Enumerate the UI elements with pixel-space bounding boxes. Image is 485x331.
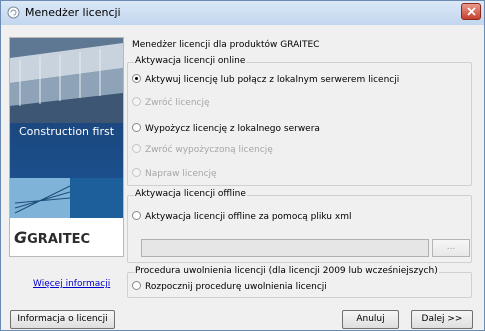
repair-license-radio[interactable]: Napraw licencję bbox=[132, 168, 217, 179]
app-icon bbox=[7, 6, 20, 19]
sidebar-panel: Construction first GGRAITEC bbox=[9, 37, 124, 257]
banner-text: Construction first bbox=[18, 125, 115, 138]
offline-activation-legend: Aktywacja licencji offline bbox=[134, 189, 247, 199]
close-icon bbox=[467, 7, 476, 16]
online-activation-legend: Aktywacja licencji online bbox=[134, 56, 247, 66]
architecture-image bbox=[10, 178, 123, 218]
graitec-logo: GGRAITEC bbox=[14, 228, 91, 247]
radio-indicator bbox=[132, 144, 141, 153]
license-manager-window: Menedżer licencji Construction first GGR… bbox=[0, 0, 485, 331]
radio-indicator bbox=[132, 74, 141, 83]
borrow-license-radio[interactable]: Wypożycz licencję z lokalnego serwera bbox=[132, 123, 320, 134]
return-borrowed-license-radio[interactable]: Zwróć wypożyczoną licencję bbox=[132, 144, 273, 155]
more-info-link[interactable]: Więcej informacji bbox=[33, 279, 110, 289]
start-release-radio[interactable]: Rozpocznij procedurę uwolnienia licencji bbox=[132, 281, 327, 292]
license-release-legend: Procedura uwolnienia licencji (dla licen… bbox=[134, 266, 439, 276]
activate-license-radio[interactable]: Aktywuj licencję lub połącz z lokalnym s… bbox=[132, 74, 399, 85]
radio-indicator bbox=[132, 281, 141, 290]
radio-indicator bbox=[132, 97, 141, 106]
xml-file-path-input[interactable] bbox=[141, 239, 429, 257]
construction-banner: Construction first bbox=[10, 38, 123, 178]
radio-indicator bbox=[132, 168, 141, 177]
close-button[interactable] bbox=[461, 3, 481, 20]
offline-activation-radio[interactable]: Aktywacja licencji offline za pomocą pli… bbox=[132, 211, 351, 222]
window-title: Menedżer licencji bbox=[25, 6, 121, 19]
next-button[interactable]: Dalej >> bbox=[411, 310, 473, 329]
page-title: Menedżer licencji dla produktów GRAITEC bbox=[132, 40, 320, 50]
browse-button[interactable]: ... bbox=[432, 239, 470, 257]
radio-indicator bbox=[132, 123, 141, 132]
title-bar[interactable]: Menedżer licencji bbox=[1, 1, 484, 25]
cancel-button[interactable]: Anuluj bbox=[342, 310, 399, 329]
license-info-button[interactable]: Informacja o licencji bbox=[10, 310, 115, 329]
radio-indicator bbox=[132, 211, 141, 220]
return-license-radio[interactable]: Zwróć licencję bbox=[132, 97, 210, 108]
building-image bbox=[10, 38, 123, 123]
